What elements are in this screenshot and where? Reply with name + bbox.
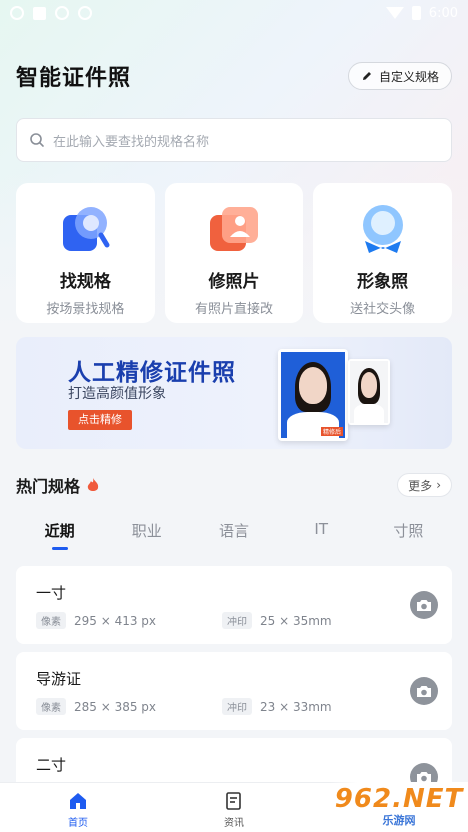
tab-it[interactable]: IT (278, 514, 365, 554)
card-subtitle: 按场景找规格 (46, 302, 125, 317)
chevron-right-icon: › (436, 478, 441, 492)
notification-icon (78, 6, 92, 20)
tab-inch[interactable]: 寸照 (365, 514, 452, 554)
card-subtitle: 有照片直接改 (195, 302, 274, 317)
banner-subtitle: 打造高颜值形象 (68, 386, 166, 402)
spec-name: 一寸 (36, 584, 67, 602)
camera-icon (417, 686, 431, 697)
status-bar: 6:00 (0, 0, 468, 26)
search-spec-icon (57, 201, 113, 257)
card-title: 形象照 (357, 272, 409, 292)
notification-icon (55, 6, 69, 20)
card-find-spec[interactable]: 找规格 按场景找规格 (16, 183, 155, 323)
home-icon (70, 793, 86, 809)
camera-button[interactable] (410, 591, 438, 619)
site-watermark: 962.NET 乐游网 (330, 782, 468, 832)
news-icon (226, 792, 241, 810)
card-edit-photo[interactable]: 修照片 有照片直接改 (164, 183, 304, 323)
spec-item[interactable]: 导游证 像素 285 × 385 px 冲印 23 × 33mm (16, 652, 452, 730)
nav-label: 首页 (68, 818, 88, 829)
sample-photo-white (348, 359, 390, 425)
card-portrait[interactable]: 形象照 送社交头像 (313, 183, 453, 323)
wifi-icon (385, 7, 404, 19)
pencil-icon (362, 72, 371, 80)
watermark-text: 乐游网 (382, 814, 416, 827)
section-title: 热门规格 (16, 477, 81, 496)
camera-icon (417, 600, 431, 611)
hot-specs-header: 热门规格 更多 › (16, 472, 452, 498)
page-title: 智能证件照 (16, 66, 132, 91)
pixel-size: 295 × 413 px (74, 613, 157, 628)
fire-icon (87, 478, 99, 491)
photo-tag: 精修后 (320, 427, 343, 436)
retouch-button[interactable]: 点击精修 (68, 410, 132, 430)
more-label: 更多 (408, 478, 433, 493)
print-tag: 冲印 (222, 698, 252, 715)
spec-item[interactable]: 一寸 像素 295 × 413 px 冲印 25 × 35mm (16, 566, 452, 644)
spec-meta: 像素 285 × 385 px 冲印 23 × 33mm (36, 698, 408, 715)
print-size: 25 × 35mm (260, 613, 332, 628)
search-input[interactable]: 在此输入要查找的规格名称 (16, 118, 452, 162)
retouch-banner[interactable]: 人工精修证件照 打造高颜值形象 点击精修 精修后 (16, 337, 452, 449)
custom-spec-label: 自定义规格 (378, 69, 439, 84)
print-tag: 冲印 (222, 612, 252, 629)
tab-language[interactable]: 语言 (190, 514, 277, 554)
notification-icon (33, 6, 46, 20)
search-placeholder: 在此输入要查找的规格名称 (53, 134, 210, 150)
nav-home[interactable]: 首页 (0, 783, 156, 832)
card-title: 修照片 (208, 272, 260, 292)
portrait-icon (355, 201, 411, 257)
spec-meta: 像素 295 × 413 px 冲印 25 × 35mm (36, 612, 408, 629)
print-size: 23 × 33mm (260, 699, 332, 714)
spec-name: 导游证 (36, 670, 82, 688)
edit-photo-icon (206, 201, 262, 257)
spec-name: 二寸 (36, 756, 67, 774)
pixel-size: 285 × 385 px (74, 699, 157, 714)
sample-photo-blue: 精修后 (278, 349, 348, 441)
feature-cards: 找规格 按场景找规格 修照片 有照片直接改 形象照 送社交头像 (16, 183, 453, 323)
card-title: 找规格 (59, 272, 111, 292)
nav-news[interactable]: 资讯 (156, 783, 312, 832)
camera-button[interactable] (410, 677, 438, 705)
pixel-tag: 像素 (36, 612, 66, 629)
nav-label: 资讯 (224, 818, 244, 829)
notification-icon (10, 6, 24, 20)
status-time: 6:00 (428, 5, 458, 21)
header: 智能证件照 自定义规格 (16, 58, 452, 94)
spec-tabs: 近期 职业 语言 IT 寸照 (16, 514, 452, 554)
watermark-logo: 962.NET (334, 784, 464, 814)
tab-recent[interactable]: 近期 (16, 514, 103, 554)
search-icon (30, 133, 44, 147)
pixel-tag: 像素 (36, 698, 66, 715)
custom-spec-button[interactable]: 自定义规格 (347, 62, 452, 90)
card-subtitle: 送社交头像 (350, 302, 416, 317)
tab-profession[interactable]: 职业 (103, 514, 190, 554)
banner-title: 人工精修证件照 (68, 360, 236, 386)
more-button[interactable]: 更多 › (397, 473, 452, 497)
battery-icon (411, 6, 421, 20)
